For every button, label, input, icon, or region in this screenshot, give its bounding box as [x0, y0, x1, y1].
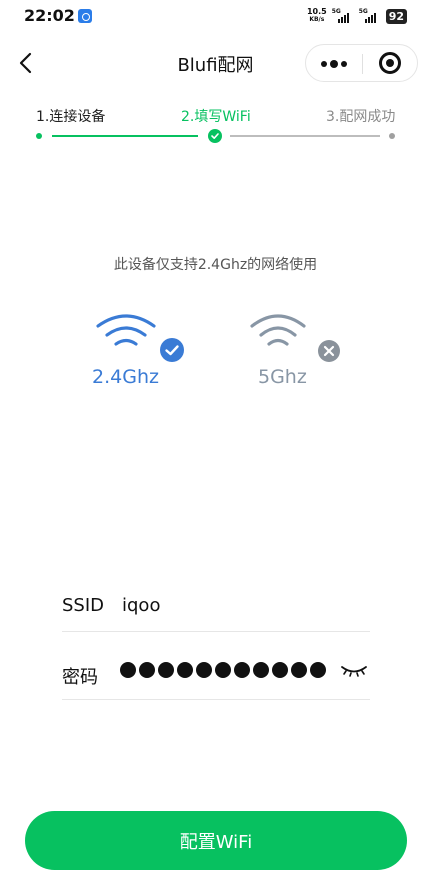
step-line-done	[52, 135, 198, 137]
wifi-2-4ghz-icon	[96, 314, 156, 346]
network-speed: 10.5 KB/s	[307, 8, 327, 24]
password-input[interactable]	[120, 662, 326, 678]
step-config-success: 3.配网成功	[326, 109, 396, 125]
band-support-notice: 此设备仅支持2.4Ghz的网络使用	[113, 257, 318, 273]
step-check-icon	[208, 129, 222, 143]
signal-2-icon: 5G	[359, 8, 381, 24]
step-line-pending	[230, 135, 380, 137]
password-mask-dot	[253, 662, 269, 678]
network-speed-value: 10.5	[306, 7, 327, 16]
wifi-5ghz-icon	[250, 314, 306, 346]
ssid-label: SSID	[62, 595, 105, 616]
configure-wifi-button[interactable]: 配置WiFi	[25, 811, 407, 870]
hide-password-eye-icon[interactable]	[340, 662, 368, 678]
password-mask-dot	[291, 662, 307, 678]
password-mask-dot	[158, 662, 174, 678]
notification-app-icon	[78, 9, 92, 23]
close-mini-program-icon[interactable]	[379, 52, 401, 74]
password-mask-dot	[196, 662, 212, 678]
password-label: 密码	[62, 667, 98, 688]
ssid-field[interactable]: SSID iqoo	[62, 580, 370, 632]
password-mask-dot	[177, 662, 193, 678]
band-unsupported-cross-icon	[318, 340, 340, 362]
status-bar: 22:02 10.5 KB/s 5G 5G 92	[0, 0, 431, 34]
network-speed-unit: KB/s	[309, 16, 325, 23]
password-mask-dot	[310, 662, 326, 678]
password-mask-dot	[272, 662, 288, 678]
band-5ghz: 5Ghz	[240, 312, 350, 392]
band-supported-check-icon	[160, 338, 184, 362]
step-connect-device: 1.连接设备	[36, 109, 106, 125]
band-5ghz-label: 5Ghz	[258, 366, 307, 388]
mini-program-capsule	[305, 44, 418, 82]
status-time: 22:02	[24, 6, 75, 25]
ssid-input[interactable]: iqoo	[122, 595, 160, 616]
band-2-4ghz-label: 2.4Ghz	[92, 366, 159, 388]
password-field[interactable]: 密码	[62, 648, 370, 700]
step-dot-end	[389, 133, 395, 139]
capsule-divider	[362, 54, 363, 74]
password-mask-dot	[215, 662, 231, 678]
battery-icon: 92	[385, 8, 407, 24]
password-mask-dot	[234, 662, 250, 678]
step-dot-start	[36, 133, 42, 139]
password-mask-dot	[139, 662, 155, 678]
password-mask-dot	[120, 662, 136, 678]
nav-bar: Blufi配网	[0, 38, 431, 88]
band-2-4ghz: 2.4Ghz	[90, 312, 200, 392]
more-menu-icon[interactable]	[320, 53, 350, 73]
status-indicators: 10.5 KB/s 5G 5G 92	[307, 6, 407, 26]
step-enter-wifi: 2.填写WiFi	[181, 109, 251, 125]
signal-1-icon: 5G	[332, 8, 354, 24]
progress-steps: 1.连接设备 2.填写WiFi 3.配网成功	[0, 100, 431, 150]
